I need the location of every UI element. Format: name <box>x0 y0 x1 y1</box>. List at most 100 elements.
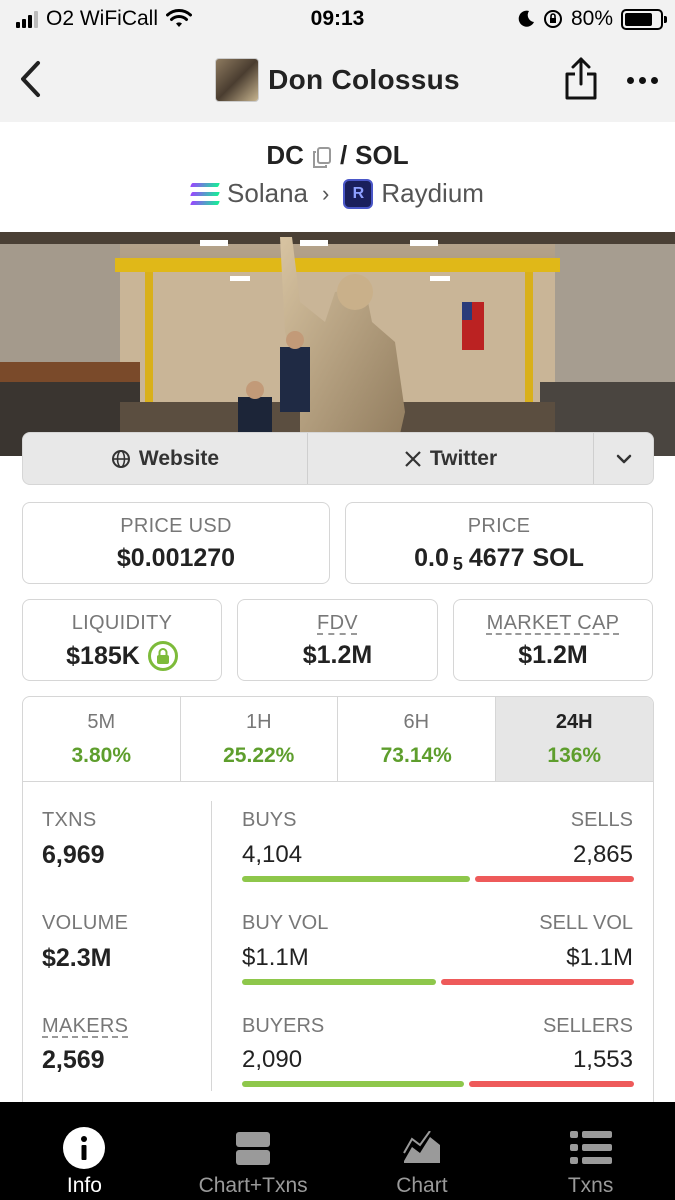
sells-label: SELLS <box>570 809 633 831</box>
timeframe-tabs: 5M 3.80% 1H 25.22% 6H 73.14% 24H 136% <box>23 697 653 782</box>
price-native-prefix: 0.0 <box>414 544 449 572</box>
column-divider <box>211 801 212 1091</box>
buys-bar <box>242 876 470 882</box>
nav-bar: Don Colossus <box>0 40 675 122</box>
base-symbol: DC <box>266 140 304 170</box>
bottom-tab-bar: Info Chart+Txns Chart Txns <box>0 1102 675 1200</box>
tab-chart-label: Chart <box>396 1174 448 1197</box>
solana-icon <box>190 182 220 205</box>
tab-1h[interactable]: 1H 25.22% <box>181 697 338 781</box>
makers-value: 2,569 <box>42 1046 105 1074</box>
share-icon <box>565 57 597 100</box>
sellers-bar <box>469 1081 634 1087</box>
pair-separator: / <box>339 140 348 170</box>
battery-icon <box>621 8 667 30</box>
makers-label[interactable]: MAKERS <box>42 1015 128 1038</box>
txns-value: 6,969 <box>42 841 105 869</box>
tab-5m[interactable]: 5M 3.80% <box>23 697 181 781</box>
more-dot-icon <box>638 76 646 84</box>
fdv-value: $1.2M <box>302 641 373 669</box>
links-bar: Website Twitter <box>22 432 654 485</box>
buy-vol-bar <box>242 979 436 985</box>
buyers-value: 2,090 <box>242 1046 303 1073</box>
twitter-label: Twitter <box>429 446 498 470</box>
more-dot-icon <box>626 76 634 84</box>
sellers-label: SELLERS <box>542 1015 633 1037</box>
token-banner-image <box>0 232 675 456</box>
globe-icon <box>111 449 130 468</box>
tab-label: 6H <box>403 711 430 733</box>
chevron-down-icon <box>616 454 631 463</box>
raydium-icon: R <box>343 178 374 209</box>
share-button[interactable] <box>563 56 599 102</box>
liquidity-value: $185K <box>66 641 140 670</box>
list-icon <box>569 1128 613 1168</box>
more-options-button[interactable] <box>617 60 667 100</box>
buys-label: BUYS <box>242 809 297 831</box>
tab-chart[interactable]: Chart <box>338 1102 507 1200</box>
sell-vol-bar <box>441 979 634 985</box>
price-usd-value: $0.001270 <box>116 544 236 572</box>
fdv-label[interactable]: FDV <box>238 612 437 635</box>
txns-label: TXNS <box>42 809 97 831</box>
chain-dex-line: Solana › R Raydium <box>0 178 675 209</box>
market-cap-label[interactable]: MARKET CAP <box>454 612 652 635</box>
battery-percent: 80% <box>570 7 613 30</box>
pair-header: DC / SOL <box>0 140 675 171</box>
website-button[interactable]: Website <box>23 433 308 484</box>
sell-vol-value: $1.1M <box>566 944 633 971</box>
moon-icon <box>518 10 534 27</box>
tab-change: 136% <box>547 744 602 767</box>
tab-txns[interactable]: Txns <box>506 1102 675 1200</box>
tab-txns-label: Txns <box>567 1174 614 1197</box>
tab-chart-txns[interactable]: Chart+Txns <box>169 1102 338 1200</box>
quote-symbol: SOL <box>355 140 409 170</box>
buyers-bar <box>242 1081 464 1087</box>
chevron-right-icon: › <box>322 180 330 206</box>
tab-info[interactable]: Info <box>0 1102 169 1200</box>
more-dot-icon <box>650 76 658 84</box>
tab-24h[interactable]: 24H 136% <box>495 697 653 781</box>
tab-change: 25.22% <box>223 744 295 767</box>
price-usd-card: PRICE USD $0.001270 <box>22 502 330 584</box>
price-native-unit: SOL <box>532 544 584 572</box>
sells-value: 2,865 <box>572 841 633 868</box>
volume-value: $2.3M <box>42 944 112 972</box>
chart-txns-icon <box>231 1128 275 1168</box>
fdv-card: FDV $1.2M <box>237 599 438 681</box>
token-avatar <box>215 58 260 102</box>
price-native-zero-count: 5 <box>452 554 463 574</box>
tab-label: 5M <box>87 711 116 733</box>
buys-value: 4,104 <box>242 841 303 868</box>
tab-change: 73.14% <box>380 744 452 767</box>
price-native-card: PRICE 0.0 5 4677 SOL <box>345 502 653 584</box>
twitter-button[interactable]: Twitter <box>308 433 594 484</box>
more-links-button[interactable] <box>594 433 653 484</box>
x-logo-icon <box>405 450 421 467</box>
sells-bar <box>475 876 634 882</box>
liquidity-label: LIQUIDITY <box>71 612 173 634</box>
market-cap-card: MARKET CAP $1.2M <box>453 599 653 681</box>
buy-vol-label: BUY VOL <box>242 912 329 934</box>
lock-icon[interactable] <box>147 641 178 671</box>
stats-panel: 5M 3.80% 1H 25.22% 6H 73.14% 24H 136% TX… <box>22 696 654 1116</box>
price-native-label: PRICE <box>467 515 531 537</box>
chain-name[interactable]: Solana <box>227 178 308 209</box>
copy-icon[interactable] <box>312 145 332 168</box>
info-icon <box>62 1127 106 1169</box>
sellers-value: 1,553 <box>572 1046 633 1073</box>
status-bar: O2 WiFiCall 09:13 80% <box>0 0 675 40</box>
market-cap-value: $1.2M <box>518 641 588 669</box>
volume-label: VOLUME <box>42 912 129 934</box>
sell-vol-label: SELL VOL <box>539 912 633 934</box>
orientation-lock-icon <box>543 10 562 28</box>
buy-vol-value: $1.1M <box>242 944 309 971</box>
price-usd-label: PRICE USD <box>120 515 232 537</box>
tab-change: 3.80% <box>71 744 132 767</box>
tab-info-label: Info <box>66 1174 102 1197</box>
status-right: 80% <box>517 7 667 31</box>
tab-label: 1H <box>245 711 272 733</box>
tab-chart-txns-label: Chart+Txns <box>198 1174 308 1197</box>
tab-6h[interactable]: 6H 73.14% <box>338 697 496 781</box>
dex-name[interactable]: Raydium <box>381 178 484 209</box>
